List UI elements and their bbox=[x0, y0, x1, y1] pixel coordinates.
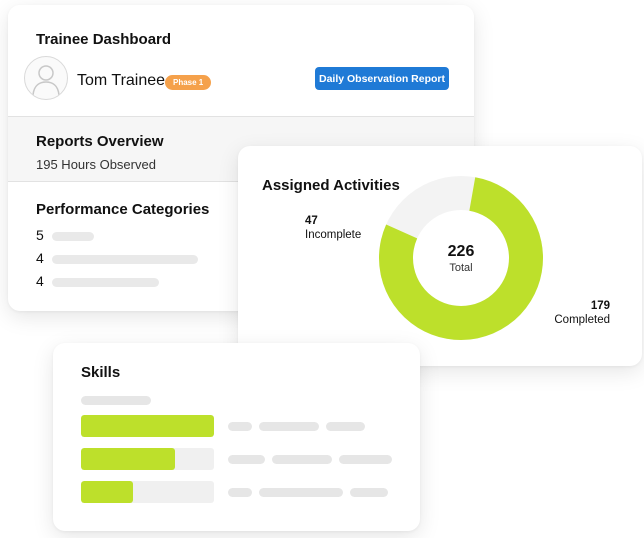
incomplete-count: 47 bbox=[305, 215, 318, 227]
completed-legend: 179 Completed bbox=[554, 299, 610, 327]
text-placeholder bbox=[272, 455, 332, 464]
text-placeholder bbox=[228, 422, 252, 431]
skill-bar-fill bbox=[81, 415, 214, 437]
performance-categories-title: Performance Categories bbox=[36, 201, 210, 218]
text-placeholder bbox=[339, 455, 392, 464]
text-placeholder bbox=[350, 488, 388, 497]
text-placeholder bbox=[228, 455, 265, 464]
performance-score: 5 bbox=[36, 227, 44, 243]
hours-observed: 195 Hours Observed bbox=[36, 157, 156, 172]
completed-count: 179 bbox=[590, 300, 610, 312]
text-placeholder bbox=[228, 488, 252, 497]
incomplete-label: Incomplete bbox=[305, 229, 362, 241]
performance-score: 4 bbox=[36, 250, 44, 266]
dashboard-header: Trainee Dashboard Tom Trainee Phase 1 Da… bbox=[8, 5, 474, 116]
trainee-name: Tom Trainee bbox=[77, 72, 166, 89]
completed-label: Completed bbox=[554, 314, 610, 326]
skill-bar bbox=[81, 415, 214, 437]
total-count: 226 bbox=[447, 243, 475, 260]
skill-bar-fill bbox=[81, 481, 133, 503]
skill-bar bbox=[81, 481, 214, 503]
phase-badge: Phase 1 bbox=[165, 75, 212, 90]
incomplete-legend: 47 Incomplete bbox=[305, 214, 361, 242]
user-avatar-icon bbox=[24, 56, 68, 100]
performance-bar-placeholder bbox=[52, 232, 94, 241]
total-label: Total bbox=[449, 262, 473, 274]
performance-score: 4 bbox=[36, 273, 44, 289]
reports-overview-title: Reports Overview bbox=[36, 133, 164, 150]
dashboard-title: Trainee Dashboard bbox=[36, 31, 172, 48]
performance-row: 4 bbox=[36, 273, 50, 289]
text-placeholder bbox=[259, 422, 319, 431]
skills-title: Skills bbox=[81, 364, 121, 381]
daily-observation-report-button[interactable]: Daily Observation Report bbox=[315, 67, 449, 90]
donut-center: 226 Total bbox=[429, 243, 493, 275]
performance-row: 4 bbox=[36, 250, 50, 266]
performance-row: 5 bbox=[36, 227, 50, 243]
skills-subtitle-placeholder bbox=[81, 396, 151, 405]
skills-card: Skills bbox=[53, 343, 420, 531]
text-placeholder bbox=[326, 422, 365, 431]
performance-bar-placeholder bbox=[52, 255, 198, 264]
text-placeholder bbox=[259, 488, 343, 497]
assigned-activities-card: Assigned Activities 47 Incomplete 226 To… bbox=[238, 146, 642, 366]
skill-bar-fill bbox=[81, 448, 176, 470]
performance-bar-placeholder bbox=[52, 278, 159, 287]
skill-bar bbox=[81, 448, 214, 470]
